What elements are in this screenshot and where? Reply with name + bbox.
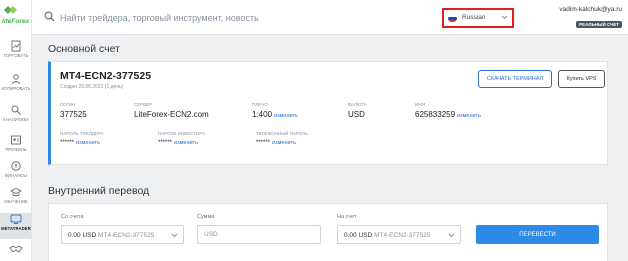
phone-password-label: Телефонный пароль xyxy=(256,131,309,136)
sidebar-item-profile[interactable]: ПРОФИЛЬ xyxy=(0,134,32,160)
investor-password-row: ****** изменить xyxy=(158,140,205,146)
from-account-select[interactable]: 0.00 USD MT4-ECN2-377525 xyxy=(61,225,184,244)
to-account-value: 0.00 USD MT4-ECN2-377525 xyxy=(344,232,430,239)
account-created-date: Создан 23.08.2021 (1 день) xyxy=(60,84,124,90)
change-investor-password-link[interactable]: изменить xyxy=(174,140,198,146)
top-header: Russian vadim-kalchuk@ya.ru РЕАЛЬНЫЙ СЧЕ… xyxy=(32,0,628,35)
transfer-card: Со счета 0.00 USD MT4-ECN2-377525 Сумма … xyxy=(48,203,608,261)
sidebar: liteForex ТОРГОВАТЬ КОПИРОВАТЬ АНАЛИТИКА… xyxy=(0,0,32,261)
login-value: 377525 xyxy=(60,110,87,119)
leverage-row: 1:400 изменить xyxy=(252,110,298,119)
to-account-label: На счет xyxy=(337,214,357,220)
user-menu[interactable]: vadim-kalchuk@ya.ru РЕАЛЬНЫЙ СЧЕТ xyxy=(559,6,622,31)
server-label: Сервер xyxy=(134,102,153,107)
chevron-down-icon xyxy=(171,233,178,238)
sidebar-item-finance[interactable]: ФИНАНСЫ xyxy=(0,160,32,186)
trade-icon xyxy=(11,40,21,52)
investor-password-field: Пароль инвестора ****** изменить xyxy=(158,131,205,146)
name-value: 625833259 xyxy=(415,110,456,119)
login-field: Логин 377525 xyxy=(60,102,87,119)
leverage-value: 1:400 xyxy=(252,110,273,119)
account-type-badge: РЕАЛЬНЫЙ СЧЕТ xyxy=(576,21,622,28)
currency-field: Валюта USD xyxy=(348,102,367,119)
to-account-id: MT4-ECN2-377525 xyxy=(374,232,431,239)
currency-value: USD xyxy=(348,110,365,119)
to-account-select[interactable]: 0.00 USD MT4-ECN2-377525 xyxy=(337,225,461,244)
sidebar-item-copy[interactable]: КОПИРОВАТЬ xyxy=(0,73,32,99)
currency-label: Валюта xyxy=(348,102,367,107)
logo-icon xyxy=(4,6,17,14)
sidebar-item-label: АНАЛИТИКА xyxy=(2,117,30,122)
account-card: MT4-ECN2-377525 Создан 23.08.2021 (1 ден… xyxy=(48,61,608,165)
download-terminal-button[interactable]: Скачать терминал xyxy=(478,70,552,88)
profile-icon xyxy=(11,135,21,145)
transfer-title: Внутренний перевод xyxy=(48,185,150,197)
chevron-down-icon xyxy=(448,233,455,238)
sidebar-item-analytics[interactable]: АНАЛИТИКА xyxy=(0,104,32,130)
sidebar-item-trade[interactable]: ТОРГОВАТЬ xyxy=(0,40,32,66)
trader-password-row: ****** изменить xyxy=(60,140,103,146)
russia-flag-icon xyxy=(448,15,457,22)
sidebar-item-education[interactable]: ОБУЧЕНИЕ xyxy=(0,186,32,212)
finance-icon xyxy=(11,161,21,171)
investor-password-label: Пароль инвестора xyxy=(158,131,206,136)
logo-text: liteForex xyxy=(2,18,30,25)
sidebar-item-label: ПРОФИЛЬ xyxy=(5,147,27,152)
phone-password-row: ****** изменить xyxy=(256,140,308,146)
copy-traders-icon xyxy=(11,74,21,85)
amount-label: Сумма xyxy=(197,214,215,220)
phone-password-field: Телефонный пароль ****** изменить xyxy=(256,131,308,146)
trader-password-value: ****** xyxy=(60,140,75,146)
name-label: Имя xyxy=(415,102,426,107)
sidebar-item-label: METATRADER xyxy=(1,226,31,231)
to-amount: 0.00 USD xyxy=(344,232,373,239)
from-account-label: Со счета xyxy=(61,214,84,220)
trader-password-label: Пароль трейдера xyxy=(60,131,104,136)
transfer-button[interactable]: Перевести xyxy=(476,225,599,244)
phone-password-value: ****** xyxy=(256,140,271,146)
from-amount: 0.00 USD xyxy=(68,232,97,239)
chevron-down-icon xyxy=(501,15,508,20)
leverage-field: Плечо 1:400 изменить xyxy=(252,102,298,119)
brand-logo[interactable]: liteForex xyxy=(2,4,32,28)
sidebar-item-label: ОБУЧЕНИЕ xyxy=(4,199,28,204)
change-leverage-link[interactable]: изменить xyxy=(274,113,298,119)
sidebar-item-metatrader[interactable]: METATRADER xyxy=(0,213,32,239)
change-name-link[interactable]: изменить xyxy=(457,113,481,119)
sidebar-item-label: КОПИРОВАТЬ xyxy=(1,86,31,91)
analytics-icon xyxy=(11,105,21,115)
metatrader-icon xyxy=(10,214,22,224)
language-select[interactable]: Russian xyxy=(442,8,514,28)
main-account-title: Основной счет xyxy=(48,43,120,55)
handshake-icon xyxy=(9,245,23,253)
investor-password-value: ****** xyxy=(158,140,173,146)
login-label: Логин xyxy=(60,102,76,107)
server-value: LiteForex-ECN2.com xyxy=(134,110,209,119)
amount-input[interactable] xyxy=(197,225,321,244)
server-field: Сервер LiteForex-ECN2.com xyxy=(134,102,209,119)
from-account-id: MT4-ECN2-377525 xyxy=(98,232,155,239)
sidebar-item-label: ТОРГОВАТЬ xyxy=(3,53,29,58)
user-email: vadim-kalchuk@ya.ru xyxy=(559,6,622,13)
name-field: Имя 625833259 изменить xyxy=(415,102,481,119)
sidebar-item-partners[interactable] xyxy=(0,243,32,261)
sidebar-item-label: ФИНАНСЫ xyxy=(4,173,28,178)
education-icon xyxy=(10,187,22,197)
leverage-label: Плечо xyxy=(252,102,268,107)
account-name: MT4-ECN2-377525 xyxy=(60,70,152,82)
from-account-value: 0.00 USD MT4-ECN2-377525 xyxy=(68,232,154,239)
trader-password-field: Пароль трейдера ****** изменить xyxy=(60,131,103,146)
change-trader-password-link[interactable]: изменить xyxy=(76,140,100,146)
change-phone-password-link[interactable]: изменить xyxy=(272,140,296,146)
name-row: 625833259 изменить xyxy=(415,110,481,119)
search-icon[interactable] xyxy=(44,11,55,22)
buy-vps-button[interactable]: Купить VPS xyxy=(558,70,605,88)
language-value: Russian xyxy=(462,14,486,21)
search-input[interactable] xyxy=(60,9,390,27)
